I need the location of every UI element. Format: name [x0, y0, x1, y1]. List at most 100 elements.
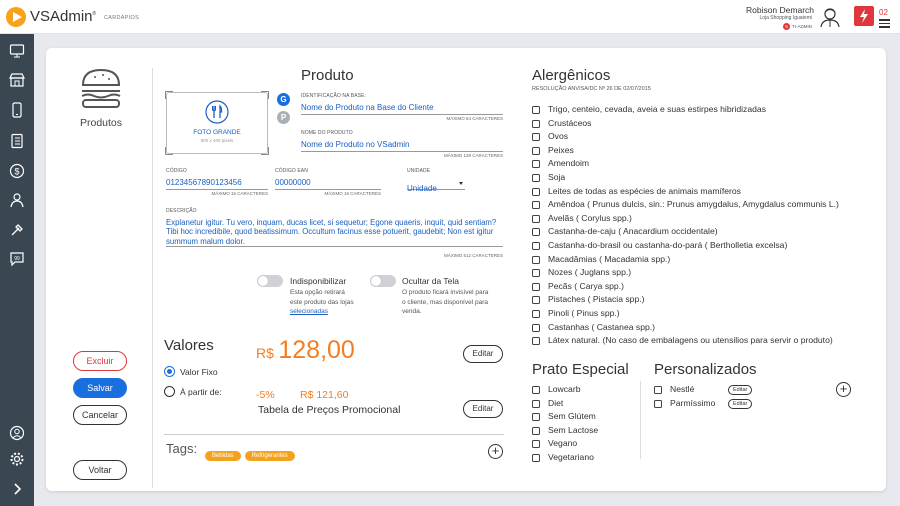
avatar[interactable]	[819, 6, 841, 28]
small-image-badge[interactable]: P	[277, 111, 290, 124]
add-custom-button[interactable]: +	[836, 382, 851, 397]
checkbox[interactable]	[532, 323, 540, 332]
cancel-button[interactable]: Cancelar	[73, 405, 127, 425]
save-button[interactable]: Salvar	[73, 378, 127, 398]
unavailable-desc-line2: este produto das lojas	[290, 298, 354, 306]
edit-custom-button[interactable]: Editar	[728, 385, 753, 395]
checkbox[interactable]	[532, 282, 540, 291]
menu-icon[interactable]	[879, 19, 890, 28]
custom-list: Nestlé Editar Parmíssimo Editar	[654, 384, 784, 414]
mobile-icon[interactable]	[8, 101, 26, 119]
tag-chip[interactable]: Refrigerantes	[244, 451, 295, 461]
user-role-badge: 5	[783, 23, 790, 30]
special-diet-label: Diet	[548, 397, 564, 408]
promo-table-label: Tabela de Preços Promocional	[258, 404, 401, 416]
allergen-label: Castanhas ( Castanea spp.)	[548, 321, 656, 332]
checkbox[interactable]	[532, 201, 540, 210]
tools-icon[interactable]	[8, 221, 26, 239]
ean-label: CÓDIGO EAN	[275, 168, 308, 174]
checkbox[interactable]	[532, 106, 540, 114]
code-input[interactable]: 01234567890123456	[166, 178, 268, 190]
notification-button[interactable]	[854, 6, 874, 26]
selected-stores-link[interactable]: selecionadas	[290, 307, 354, 317]
allergen-label: Nozes ( Juglans spp.)	[548, 267, 632, 278]
app-logo-icon[interactable]	[6, 7, 26, 27]
checkbox[interactable]	[532, 187, 540, 196]
delete-button[interactable]: Excluir	[73, 351, 127, 371]
checkbox[interactable]	[654, 399, 662, 408]
chat-icon[interactable]: 99	[8, 250, 26, 268]
name-input[interactable]: Nome do Produto no VSadmin	[301, 140, 503, 152]
menu-book-icon[interactable]	[8, 132, 26, 150]
special-divider	[640, 381, 641, 459]
unit-select[interactable]: Unidade	[407, 178, 465, 193]
sidebar: $ 99	[0, 34, 34, 506]
svg-text:99: 99	[14, 256, 20, 262]
fixed-value-radio[interactable]	[164, 366, 175, 377]
description-input[interactable]: Explanetur igitur. Tu vero, inquam, duca…	[166, 218, 503, 247]
caret-down-icon	[459, 182, 463, 185]
from-value-radio[interactable]	[164, 386, 175, 397]
checkbox[interactable]	[532, 174, 540, 182]
store-icon[interactable]	[8, 71, 26, 89]
allergen-label: Castanha-do-brasil ou castanha-do-pará (…	[548, 240, 788, 250]
checkbox[interactable]	[532, 386, 540, 394]
checkbox[interactable]	[532, 426, 540, 435]
tag-chip[interactable]: Bebidas	[205, 451, 241, 461]
checkbox[interactable]	[654, 386, 662, 394]
checkbox[interactable]	[532, 337, 540, 346]
image-upload[interactable]: FOTO GRANDE 800 x 400 pixels	[165, 91, 269, 155]
base-id-label: IDENTIFICAÇÃO NA BASE:	[301, 93, 366, 99]
user-admin-icon[interactable]	[8, 191, 26, 209]
tags-list: Bebidas Refrigerantes	[205, 444, 299, 462]
checkbox[interactable]	[532, 242, 540, 250]
checkbox[interactable]	[532, 296, 540, 305]
allergen-label: Avelãs ( Corylus spp.)	[548, 212, 632, 223]
checkbox[interactable]	[532, 160, 540, 169]
hide-desc: O produto ficará invisível para o client…	[402, 288, 488, 317]
checkbox[interactable]	[532, 214, 540, 223]
allergen-label: Látex natural. (No caso de embalagens ou…	[548, 335, 833, 346]
checkbox[interactable]	[532, 454, 540, 462]
checkbox[interactable]	[532, 399, 540, 408]
allergen-label: Amêndoa ( Prunus dulcis, sin.: Prunus am…	[548, 199, 839, 210]
code-hint: MÁXIMO 16 CARACTERES	[211, 191, 268, 196]
checkbox[interactable]	[532, 146, 540, 155]
description-hint: MÁXIMO 512 CARACTERES	[443, 253, 503, 258]
add-tag-button[interactable]: +	[488, 444, 503, 459]
gear-icon[interactable]	[8, 450, 26, 468]
back-button[interactable]: Voltar	[73, 460, 127, 480]
checkbox[interactable]	[532, 310, 540, 318]
edit-promo-button[interactable]: Editar	[463, 400, 503, 418]
description-label: DESCRIÇÃO	[166, 208, 197, 214]
checkbox[interactable]	[532, 413, 540, 422]
expand-chevron-icon[interactable]	[8, 480, 26, 498]
edit-price-button[interactable]: Editar	[463, 345, 503, 363]
dollar-icon[interactable]: $	[8, 162, 26, 180]
checkbox[interactable]	[532, 119, 540, 128]
unavailable-toggle[interactable]	[257, 275, 283, 287]
edit-custom-button[interactable]: Editar	[728, 398, 753, 409]
custom-title: Personalizados	[654, 361, 757, 378]
large-image-badge[interactable]: G	[277, 93, 290, 106]
price: R$ 128,00	[256, 336, 355, 365]
hide-desc-line2: o cliente, mas disponível para	[402, 298, 488, 306]
allergen-label: Castanha-de-caju ( Anacardium occidental…	[548, 226, 718, 237]
checkbox[interactable]	[532, 440, 540, 449]
unit-value: Unidade	[407, 184, 437, 193]
fixed-value-label: Valor Fixo	[180, 367, 218, 377]
tags-title: Tags:	[166, 441, 198, 456]
account-icon[interactable]	[8, 424, 26, 442]
hide-toggle[interactable]	[370, 275, 396, 287]
checkbox[interactable]	[532, 269, 540, 278]
special-diet-label: Sem Lactose	[548, 424, 599, 435]
checkbox[interactable]	[532, 255, 540, 264]
allergen-label: Pecãs ( Carya spp.)	[548, 280, 624, 291]
checkbox[interactable]	[532, 228, 540, 237]
desktop-icon[interactable]	[8, 42, 26, 60]
ean-input[interactable]: 00000000	[275, 178, 381, 190]
from-value-label: À partir de:	[180, 387, 222, 397]
user-role: 5 TI-ADMIN	[783, 23, 812, 30]
base-id-input[interactable]: Nome do Produto na Base do Cliente	[301, 103, 503, 115]
checkbox[interactable]	[532, 133, 540, 142]
